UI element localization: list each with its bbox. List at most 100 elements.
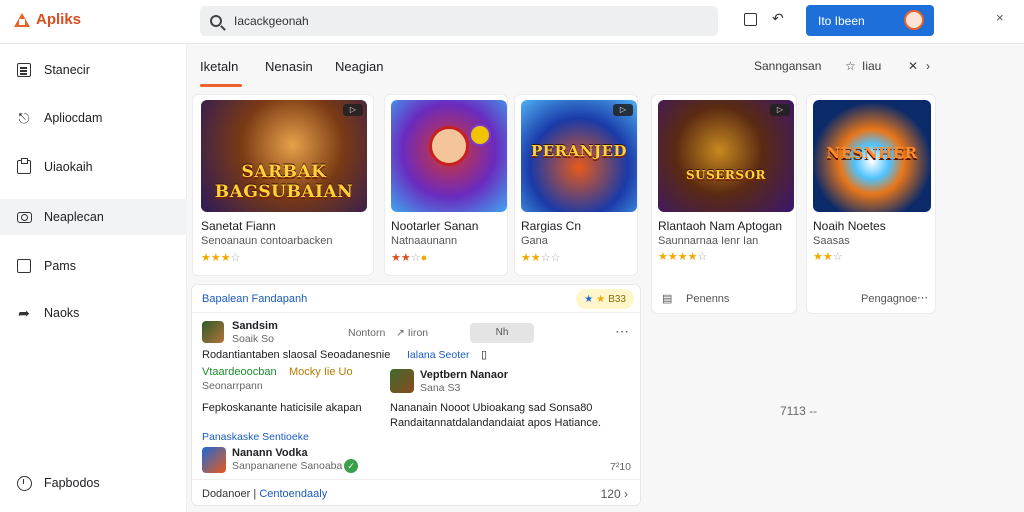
badge-icon: ▷ [343, 104, 363, 116]
sidebar-item-label: Apliocdam [44, 111, 103, 125]
sidebar-item-label: Naoks [44, 306, 80, 320]
sidebar-item-naoks[interactable]: ➦ Naoks [0, 295, 187, 331]
post-link[interactable]: Ialana Seoter [407, 349, 469, 361]
reply-handle: Sana S3 [420, 382, 461, 394]
app-subtitle: Senoanaun contoarbacken [201, 235, 333, 247]
sidebar-item-uiaokaih[interactable]: Uiaokaih [0, 149, 187, 185]
app-card[interactable]: SARBAK BAGSUBAIAN ▷ Sanetat Fiann Senoan… [192, 94, 374, 276]
avatar[interactable] [904, 10, 924, 30]
sidebar-item-neaplecan[interactable]: Neaplecan [0, 199, 187, 235]
app-title[interactable]: Nootarler Sanan [391, 219, 478, 233]
feed-footer: Dodanoer | Centoendaaly 120 › [192, 479, 640, 505]
thumbnail-title: SARBAK BAGSUBAIAN [214, 162, 354, 202]
search-input[interactable] [234, 14, 674, 28]
sidebar-item-apliocdam[interactable]: ⎋ Apliocdam [0, 100, 187, 136]
close-icon[interactable]: × [996, 10, 1004, 25]
app-subtitle: Saasas [813, 235, 850, 247]
more-icon[interactable]: ⋯ [917, 291, 928, 304]
star-rating: ★★☆● [391, 252, 428, 264]
star-icon[interactable]: ☆ [845, 59, 856, 73]
sidebar-item-label: Neaplecan [44, 210, 104, 224]
app-thumbnail[interactable] [391, 100, 507, 212]
install-label: Ito Ibeen [818, 13, 865, 28]
app-card[interactable]: Nootarler Sanan Natnaaunann ★★☆● [384, 94, 508, 276]
sidebar-item-fapbodos[interactable]: Fapbodos [0, 465, 187, 501]
follow-pill[interactable]: Nh [470, 323, 534, 343]
app-card[interactable]: SUSERSOR ▷ Rlantaoh Nam Aptogan Saunnarn… [651, 94, 797, 314]
app-thumbnail[interactable]: SARBAK BAGSUBAIAN ▷ [201, 100, 367, 212]
coin-icon [469, 124, 491, 146]
chevron-right-icon[interactable]: › [926, 59, 930, 73]
refresh-icon[interactable]: ↶ [772, 10, 784, 27]
badge-icon: ▷ [770, 104, 790, 116]
post-highlight: Vtaardeoocban [202, 366, 277, 378]
app-card[interactable]: PERANJED ▷ Rargias Cn Gana ★★☆☆ [514, 94, 638, 276]
favorites-link[interactable]: Iiau [862, 59, 881, 73]
app-title[interactable]: Rlantaoh Nam Aptogan [658, 219, 782, 233]
thumbnail-title: NESNHER [826, 144, 918, 162]
post-link-icon: ▯ [481, 349, 488, 361]
clock-icon [16, 475, 32, 491]
post-caption: Seonarrpann [202, 380, 263, 392]
footer-text: Dodanoer | Centoendaaly [202, 488, 328, 500]
tab-neagian[interactable]: Neagian [335, 59, 383, 74]
badge-icon: ▷ [613, 104, 633, 116]
share-icon: ➦ [18, 304, 30, 321]
feed-title[interactable]: Bapalean Fandapanh [202, 293, 307, 305]
window-square-icon[interactable] [744, 13, 757, 26]
app-footer-text[interactable]: Penenns [686, 293, 729, 305]
sidebar-item-pams[interactable]: Pams [0, 248, 187, 284]
app-footer-text[interactable]: Pengagnoe [861, 293, 917, 305]
result-count: 7113 -- [780, 404, 818, 418]
more-icon[interactable]: ⋯ [615, 323, 630, 340]
screen-icon: ▤ [662, 293, 673, 305]
clipboard-icon [16, 158, 32, 175]
app-title[interactable]: Noaih Noetes [813, 219, 886, 233]
tab-nenasin[interactable]: Nenasin [265, 59, 313, 74]
app-thumbnail[interactable]: SUSERSOR ▷ [658, 100, 794, 212]
star-rating: ★★☆☆ [521, 252, 561, 264]
post-author[interactable]: Sandsim [232, 320, 278, 332]
post-highlight-secondary: Mocky Iie Uo [289, 366, 353, 378]
pin-icon[interactable]: ✕ [908, 59, 918, 73]
app-title[interactable]: Rargias Cn [521, 219, 581, 233]
app-thumbnail[interactable]: NESNHER [813, 100, 931, 212]
sidebar-item-stanecir[interactable]: Stanecir [0, 52, 187, 88]
post-line: Fepkoskanante haticisile akapan [202, 402, 362, 414]
search-bar[interactable] [200, 6, 718, 36]
footer-link[interactable]: Centoendaaly [259, 488, 327, 500]
feed-header: Bapalean Fandapanh ★ ★ B33 [192, 285, 640, 313]
avatar[interactable] [202, 447, 226, 473]
logo-icon [14, 12, 30, 27]
sub-count: 7²10 [610, 461, 632, 473]
review-feed: Bapalean Fandapanh ★ ★ B33 Sandsim Soaik… [191, 284, 641, 506]
top-bar: Apliks ↶ Ito Ibeen × [0, 0, 1024, 44]
sort-link[interactable]: Sanngansan [754, 59, 821, 73]
app-card[interactable]: NESNHER Noaih Noetes Saasas ★★☆ Pengagno… [806, 94, 936, 314]
app-subtitle: Saunnarnaa Ienr Ian [658, 235, 759, 247]
app-thumbnail[interactable]: PERANJED ▷ [521, 100, 637, 212]
sidebar: Stanecir ⎋ Apliocdam Uiaokaih Neaplecan … [0, 44, 187, 512]
avatar[interactable] [390, 369, 414, 393]
reply-author[interactable]: Veptbern Nanaor [420, 369, 508, 381]
star-icon: ★ [584, 293, 594, 305]
post-body: Rodantiantaben slaosal Seoadanesnie [202, 349, 391, 361]
app-title[interactable]: Sanetat Fiann [201, 219, 276, 233]
post-meta: Nontorn [348, 327, 386, 339]
sub-author[interactable]: Nanann Vodka [232, 447, 308, 459]
active-tab-indicator [200, 84, 242, 87]
camera-icon [16, 209, 32, 225]
post-handle: Soaik So [232, 333, 275, 345]
character-face [429, 126, 469, 166]
sidebar-item-label: Pams [44, 259, 76, 273]
sub-handle: Sanpananene Sanoaba [232, 460, 343, 472]
install-button[interactable]: Ito Ibeen [806, 5, 934, 36]
footer-count[interactable]: 120 › [601, 487, 628, 501]
avatar[interactable] [202, 321, 224, 343]
app-subtitle: Natnaaunann [391, 235, 458, 247]
tab-iketaln[interactable]: Iketaln [200, 59, 238, 74]
star-rating: ★★★★☆ [658, 251, 708, 263]
list-icon [16, 62, 32, 78]
brand[interactable]: Apliks [14, 11, 81, 28]
sub-link[interactable]: Panaskaske Sentioeke [202, 431, 309, 443]
